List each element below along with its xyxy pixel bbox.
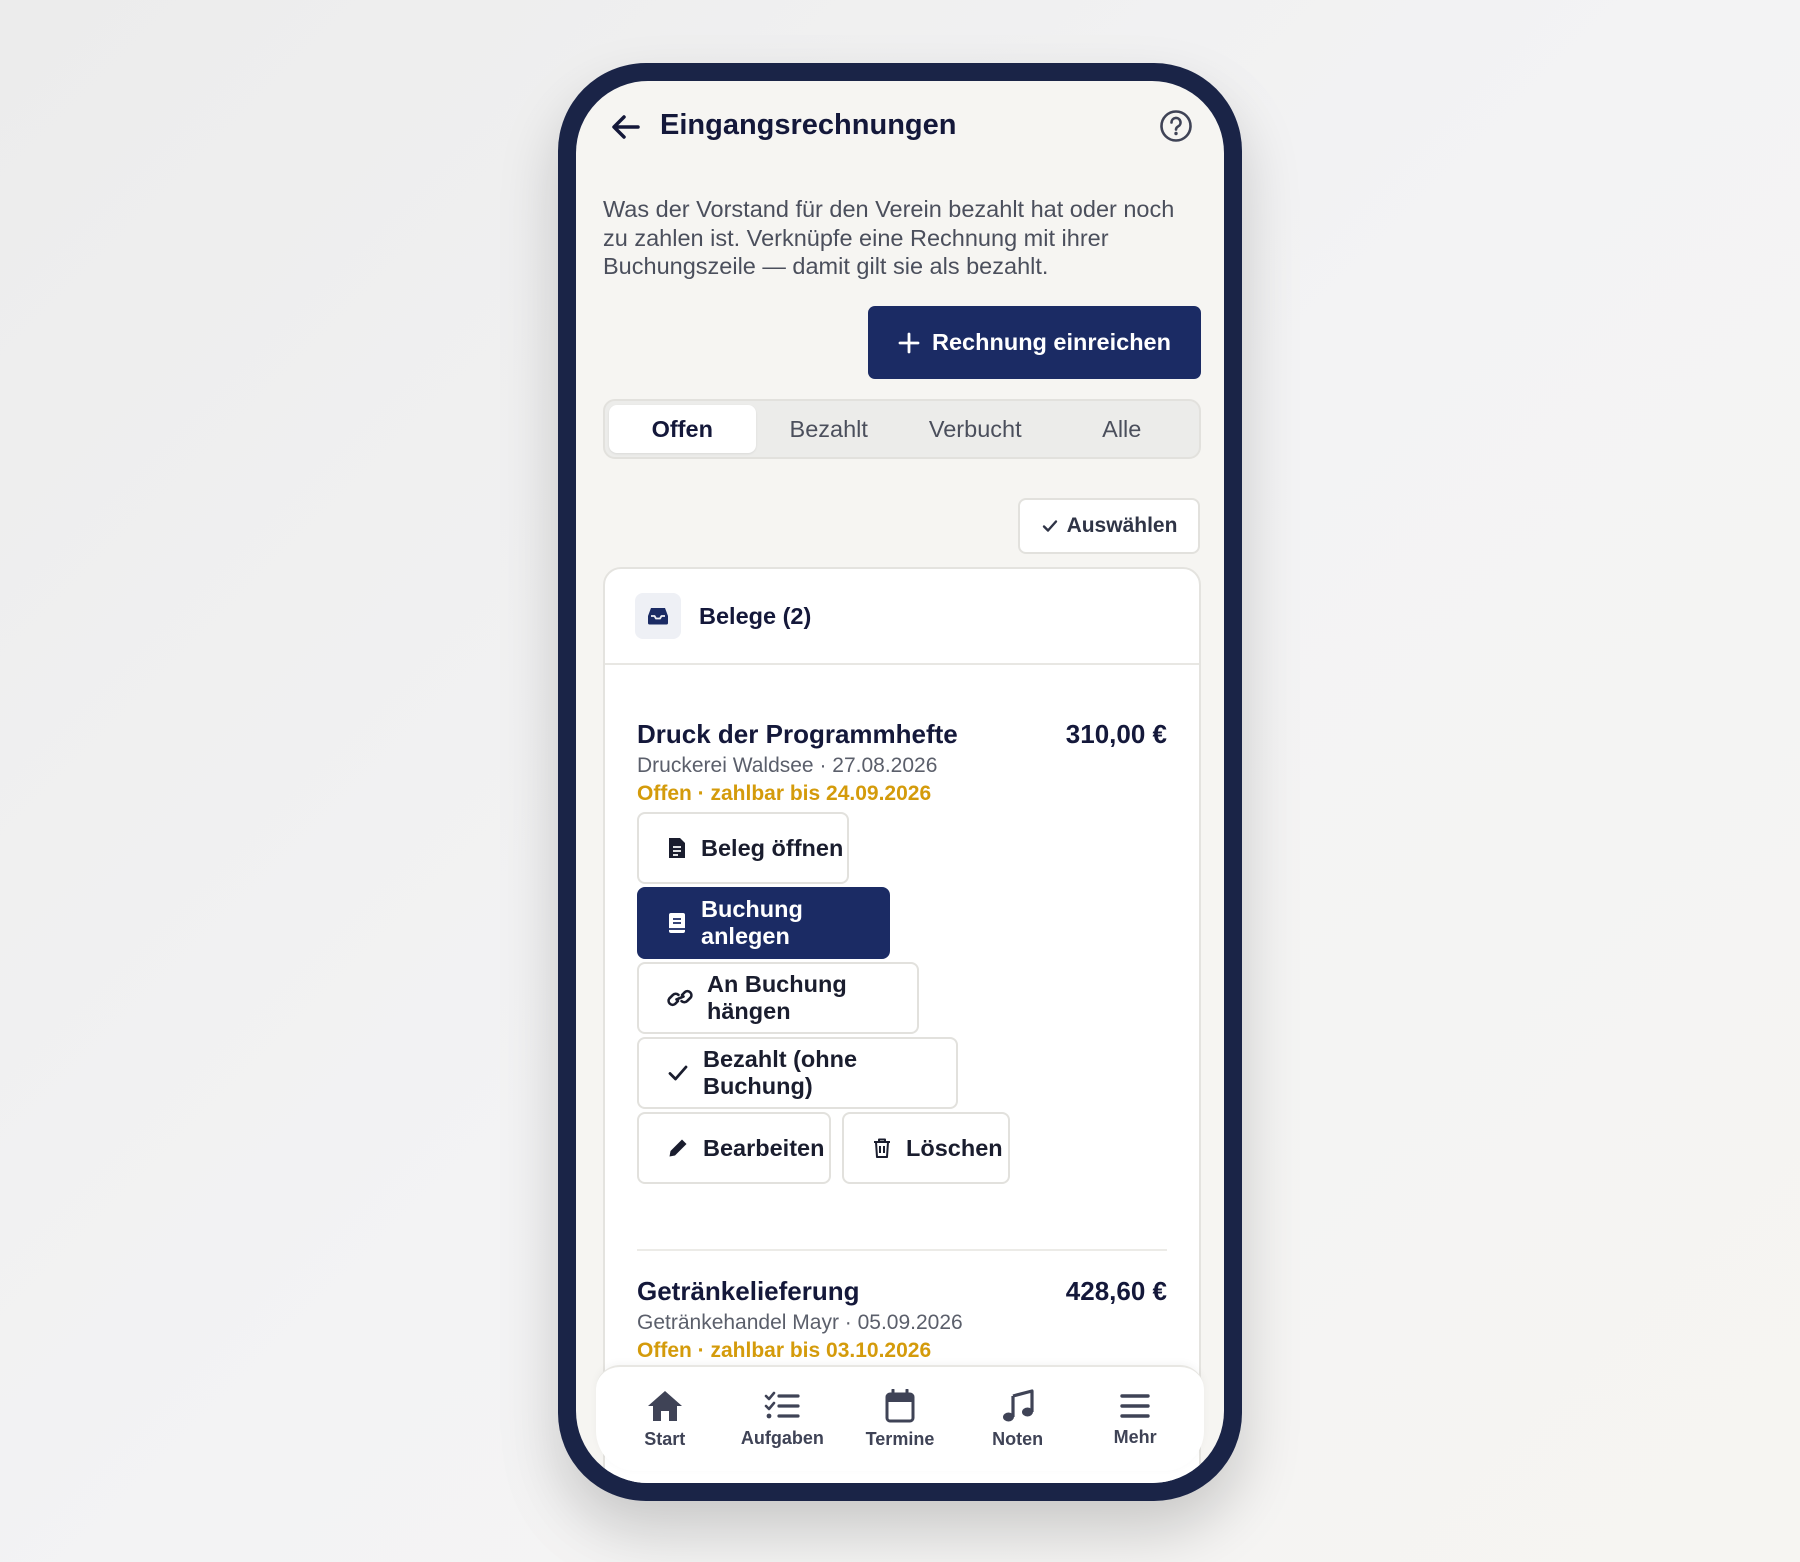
invoice-amount: 428,60 € xyxy=(1065,1276,1167,1306)
edit-label: Bearbeiten xyxy=(703,1134,825,1161)
mark-paid-button[interactable]: Bezahlt (ohne Buchung) xyxy=(637,1037,958,1109)
status-tabs: Offen Bezahlt Verbucht Alle xyxy=(603,399,1201,459)
tasks-icon xyxy=(765,1391,800,1418)
invoice-status: Offen · zahlbar bis 24.09.2026 xyxy=(637,782,932,805)
card-header: Belege (2) xyxy=(605,569,1199,665)
inbox-icon-box xyxy=(635,593,681,639)
pencil-icon xyxy=(669,1139,687,1157)
select-label: Auswählen xyxy=(1066,514,1178,537)
attach-booking-label: An Buchung hängen xyxy=(707,971,847,1024)
page-title: Eingangsrechnungen xyxy=(660,109,957,141)
delete-label: Löschen xyxy=(906,1134,1003,1161)
trash-icon xyxy=(874,1138,890,1158)
item-divider xyxy=(637,1249,1167,1251)
invoice-meta: Getränkehandel Mayr · 05.09.2026 xyxy=(637,1311,963,1334)
nav-item-aufgaben[interactable]: Aufgaben xyxy=(724,1367,842,1471)
edit-button[interactable]: Bearbeiten xyxy=(637,1112,831,1184)
intro-text: Was der Vorstand für den Verein bezahlt … xyxy=(603,196,1175,279)
document-icon xyxy=(669,838,685,858)
nav-label: Termine xyxy=(865,1428,935,1449)
phone-frame: Eingangsrechnungen Was der Vorstand für … xyxy=(558,63,1242,1501)
music-icon xyxy=(1002,1388,1034,1421)
nav-item-noten[interactable]: Noten xyxy=(959,1367,1077,1471)
create-booking-button[interactable]: Buchung anlegen xyxy=(637,887,890,959)
tab-alle[interactable]: Alle xyxy=(1049,405,1196,453)
open-receipt-label: Beleg öffnen xyxy=(701,834,844,861)
book-icon xyxy=(669,913,685,933)
invoice-item[interactable]: Getränkelieferung 428,60 € Getränkehande… xyxy=(637,1276,1167,1363)
tab-verbucht[interactable]: Verbucht xyxy=(902,405,1049,453)
calendar-icon xyxy=(885,1388,915,1422)
delete-button[interactable]: Löschen xyxy=(842,1112,1010,1184)
app-header: Eingangsrechnungen xyxy=(576,81,1224,191)
back-arrow-icon[interactable] xyxy=(606,107,646,147)
open-receipt-button[interactable]: Beleg öffnen xyxy=(637,812,849,884)
invoice-amount: 310,00 € xyxy=(1065,719,1167,749)
invoice-status: Offen · zahlbar bis 03.10.2026 xyxy=(637,1339,932,1362)
inbox-icon xyxy=(648,608,668,625)
nav-item-start[interactable]: Start xyxy=(606,1367,724,1471)
tab-offen[interactable]: Offen xyxy=(609,405,756,453)
nav-label: Aufgaben xyxy=(740,1427,824,1448)
receipts-card: Belege (2) Druck der Programmhefte 310,0… xyxy=(603,567,1201,1483)
plus-icon xyxy=(898,332,920,353)
mark-paid-label: Bezahlt (ohne Buchung) xyxy=(703,1046,858,1099)
check-icon xyxy=(668,1065,688,1081)
submit-invoice-label: Rechnung einreichen xyxy=(932,329,1171,355)
submit-invoice-button[interactable]: Rechnung einreichen xyxy=(868,306,1201,379)
nav-label: Mehr xyxy=(1113,1426,1157,1447)
bottom-nav: Start Aufgaben Termine Noten Mehr xyxy=(596,1365,1204,1471)
home-icon xyxy=(647,1390,682,1421)
select-button[interactable]: Auswählen xyxy=(1018,498,1200,554)
help-icon[interactable] xyxy=(1158,108,1194,144)
menu-icon xyxy=(1120,1393,1150,1418)
nav-label: Noten xyxy=(992,1428,1044,1449)
invoice-item[interactable]: Druck der Programmhefte 310,00 € Drucker… xyxy=(637,719,1167,806)
check-icon xyxy=(1042,520,1057,532)
nav-item-termine[interactable]: Termine xyxy=(841,1367,959,1471)
link-icon xyxy=(667,989,693,1007)
app-screen: Eingangsrechnungen Was der Vorstand für … xyxy=(576,81,1224,1483)
nav-label: Start xyxy=(644,1428,686,1449)
tab-bezahlt[interactable]: Bezahlt xyxy=(756,405,903,453)
card-title: Belege (2) xyxy=(699,602,812,629)
invoice-meta: Druckerei Waldsee · 27.08.2026 xyxy=(637,754,938,777)
attach-booking-button[interactable]: An Buchung hängen xyxy=(637,962,919,1034)
create-booking-label: Buchung anlegen xyxy=(701,896,803,949)
nav-item-mehr[interactable]: Mehr xyxy=(1076,1367,1194,1471)
